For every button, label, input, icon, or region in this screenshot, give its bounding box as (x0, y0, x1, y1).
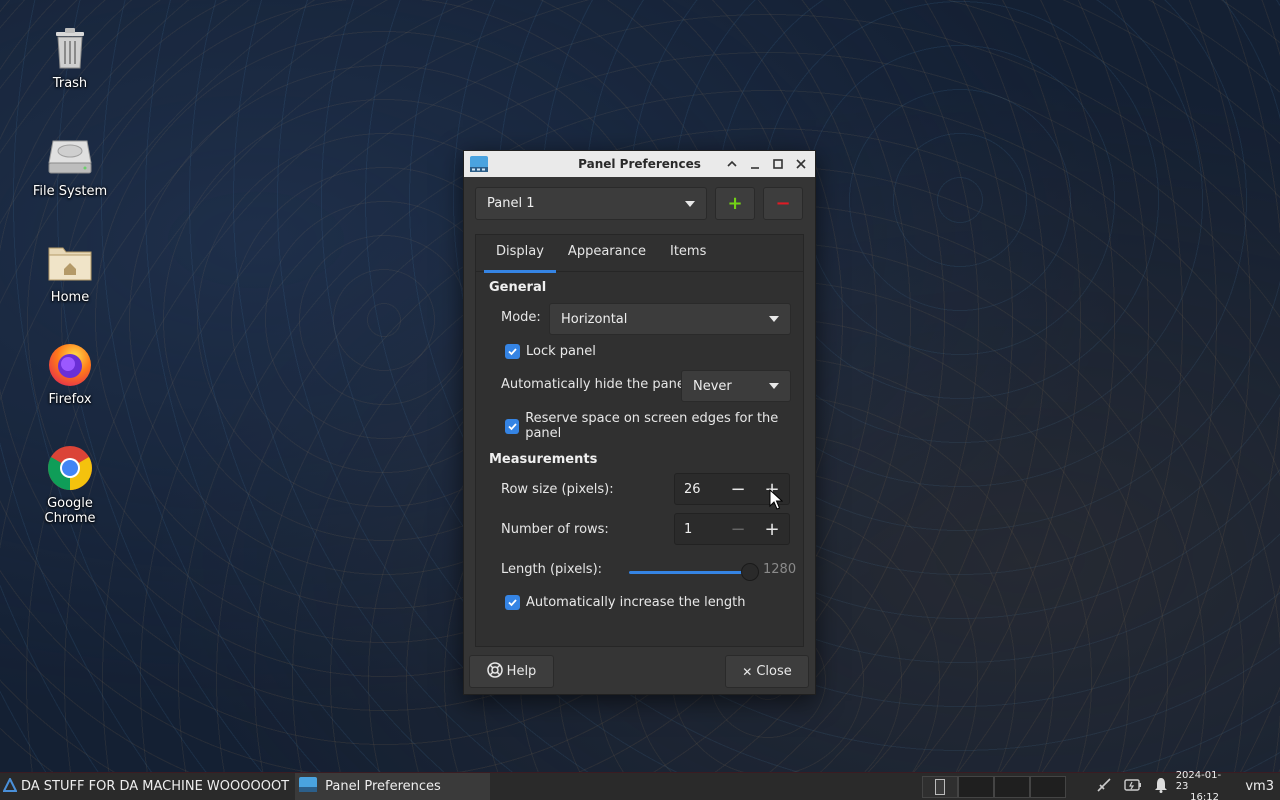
auto-length-checkbox[interactable]: Automatically increase the length (505, 595, 746, 610)
mode-select-value: Horizontal (561, 311, 628, 327)
minimize-icon[interactable] (746, 155, 763, 172)
close-button[interactable]: ✕ Close (725, 655, 809, 688)
mode-select[interactable]: Horizontal (549, 303, 791, 335)
app-menu-icon (2, 776, 18, 796)
close-icon[interactable] (792, 155, 809, 172)
workspace-switcher (921, 775, 1066, 798)
general-heading: General (489, 280, 547, 295)
firefox-icon (46, 340, 94, 388)
desktop-icon-label: Firefox (48, 392, 92, 407)
help-label: Help (506, 664, 537, 679)
desktop-icon-label: Home (50, 290, 90, 305)
battery-icon[interactable] (1123, 778, 1142, 796)
measurements-heading: Measurements (489, 452, 598, 467)
panel-app-icon (299, 777, 318, 796)
reserve-space-checkbox[interactable]: Reserve space on screen edges for the pa… (505, 411, 803, 441)
add-icon: + (727, 193, 743, 214)
task-label: Panel Preferences (325, 779, 441, 794)
tab-appearance[interactable]: Appearance (556, 235, 658, 271)
panel-preferences-window: Panel Preferences Panel 1 + − Display Ap… (463, 150, 816, 695)
user-menu[interactable]: vm3 (1239, 773, 1280, 800)
autohide-select-value: Never (693, 378, 732, 394)
decrement-button[interactable]: − (721, 474, 755, 504)
chevron-down-icon (769, 383, 779, 389)
workspace-2[interactable] (957, 775, 994, 798)
desktop-icon-trash[interactable]: Trash (20, 24, 120, 91)
tab-bar: Display Appearance Items (476, 235, 803, 273)
remove-icon: − (775, 193, 791, 214)
task-panel-preferences[interactable]: Panel Preferences (295, 772, 490, 800)
lock-panel-label: Lock panel (526, 344, 596, 359)
chevron-down-icon (769, 316, 779, 322)
home-folder-icon (46, 238, 94, 286)
mode-label: Mode: (501, 310, 541, 325)
tab-items[interactable]: Items (658, 235, 718, 271)
length-label: Length (pixels): (501, 562, 603, 577)
reserve-space-label: Reserve space on screen edges for the pa… (525, 411, 779, 441)
drive-icon (46, 132, 94, 180)
remove-panel-button[interactable]: − (763, 187, 803, 220)
panel-app-icon (470, 156, 488, 176)
close-label: Close (756, 664, 792, 679)
tab-display[interactable]: Display (484, 235, 556, 273)
desktop-icon-label: Trash (52, 76, 88, 91)
network-disconnected-icon[interactable] (1096, 777, 1112, 797)
trash-icon (46, 24, 94, 72)
desktop-icon-home[interactable]: Home (20, 238, 120, 305)
notification-bell-icon[interactable] (1154, 777, 1168, 797)
workspace-3[interactable] (993, 775, 1030, 798)
length-value: 1280 (763, 562, 797, 577)
checkmark-icon (505, 595, 520, 610)
close-x-icon: ✕ (742, 664, 753, 679)
desktop-icon-firefox[interactable]: Firefox (20, 340, 120, 407)
add-panel-button[interactable]: + (715, 187, 755, 220)
taskbar: DA STUFF FOR DA MACHINE WOOOOOOT Panel P… (0, 770, 1280, 800)
chrome-icon (46, 444, 94, 492)
autohide-select[interactable]: Never (681, 370, 791, 402)
user-label: vm3 (1245, 779, 1274, 794)
increment-button[interactable]: + (755, 514, 789, 544)
row-size-label: Row size (pixels): (501, 482, 614, 497)
mouse-cursor-icon (769, 488, 784, 515)
auto-length-label: Automatically increase the length (526, 595, 746, 610)
slider-fill (629, 571, 750, 574)
clock[interactable]: 2024-01-23 16:12 (1176, 770, 1234, 800)
lock-panel-checkbox[interactable]: Lock panel (505, 344, 596, 359)
chevron-down-icon (685, 200, 695, 207)
length-slider[interactable] (629, 563, 759, 581)
clock-date: 2024-01-23 (1175, 770, 1222, 792)
desktop-icon-label: Google Chrome (44, 496, 96, 526)
rows-spinner[interactable]: 1 − + (674, 513, 790, 545)
row-size-value[interactable]: 26 (675, 482, 721, 497)
shade-icon[interactable] (723, 155, 740, 172)
autohide-label: Automatically hide the panel: (501, 377, 693, 392)
maximize-icon[interactable] (769, 155, 786, 172)
decrement-button[interactable]: − (721, 514, 755, 544)
preferences-notebook: Display Appearance Items General Mode: H… (475, 234, 804, 647)
checkmark-icon (505, 418, 520, 434)
workspace-1[interactable] (921, 775, 958, 798)
checkmark-icon (505, 344, 520, 359)
system-tray (1096, 777, 1168, 797)
panel-select-value: Panel 1 (487, 196, 535, 211)
desktop-icon-google-chrome[interactable]: Google Chrome (20, 444, 120, 526)
launcher-button[interactable]: DA STUFF FOR DA MACHINE WOOOOOOT (0, 773, 295, 800)
desktop-icon-label: File System (32, 184, 108, 199)
help-button[interactable]: Help (469, 655, 554, 688)
help-icon (486, 661, 503, 682)
rows-value[interactable]: 1 (675, 522, 721, 537)
panel-select[interactable]: Panel 1 (475, 187, 707, 220)
launcher-label: DA STUFF FOR DA MACHINE WOOOOOOT (21, 779, 290, 794)
clock-time: 16:12 (1190, 792, 1219, 800)
desktop-icon-file-system[interactable]: File System (20, 132, 120, 199)
rows-label: Number of rows: (501, 522, 609, 537)
slider-knob[interactable] (740, 563, 759, 581)
workspace-4[interactable] (1029, 775, 1066, 798)
title-bar[interactable]: Panel Preferences (464, 151, 815, 177)
